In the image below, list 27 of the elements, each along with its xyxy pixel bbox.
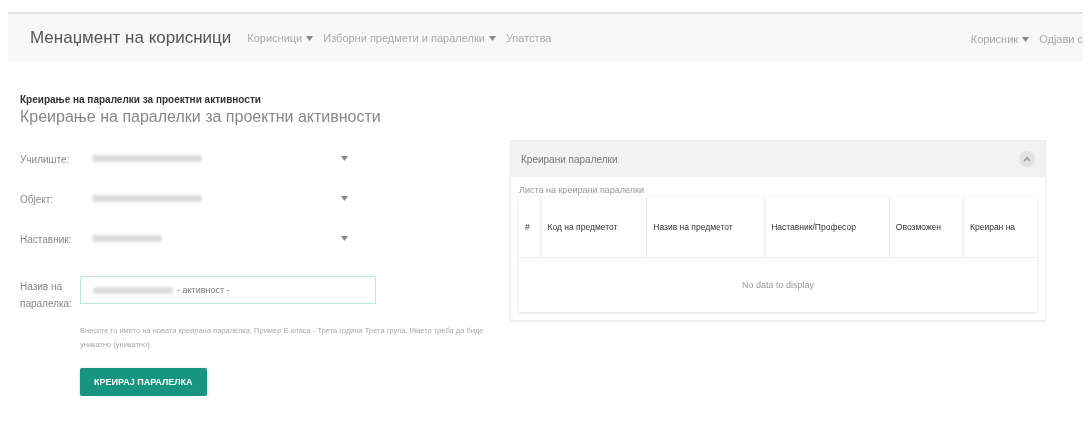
redacted-value [92,234,162,242]
empty-message: No data to display [519,257,1037,312]
caret-icon [1022,36,1030,42]
page-title: Креирање на паралелки за проектни активности [20,94,262,105]
column-header[interactable]: Код на предметот [540,197,647,258]
page-subtitle: Креирање на паралелки за проектни активности [20,108,382,126]
field-label: Назив на паралелка: [20,280,73,311]
column-header[interactable]: Овозможен [889,197,964,258]
create-button[interactable]: КРЕИРАЈ ПАРАЛЕЛКА [80,368,207,396]
caret-icon [488,35,496,41]
column-header[interactable]: Назив на предметот [646,197,765,258]
field-label: Наставник: [20,232,73,247]
input-field[interactable]: - активност - [80,276,376,304]
column-header[interactable]: # [519,197,541,258]
table-caption: Листа на креирани паралелки [518,184,645,197]
chevron-icon [1023,156,1031,162]
column-header[interactable]: Креиран на [963,197,1037,258]
field-label: Училиште: [20,152,71,167]
field-label: Објект: [20,192,55,207]
column-header[interactable]: Наставник/Професор [764,197,890,258]
caret-icon [341,235,348,241]
caret-icon [341,195,348,201]
panel-title: Креирани паралелки [521,153,618,165]
collapse-button[interactable] [1019,151,1035,167]
app-brand[interactable]: Менаџмент на корисници [30,28,232,48]
caret-icon [306,35,314,41]
caret-icon [341,155,348,161]
